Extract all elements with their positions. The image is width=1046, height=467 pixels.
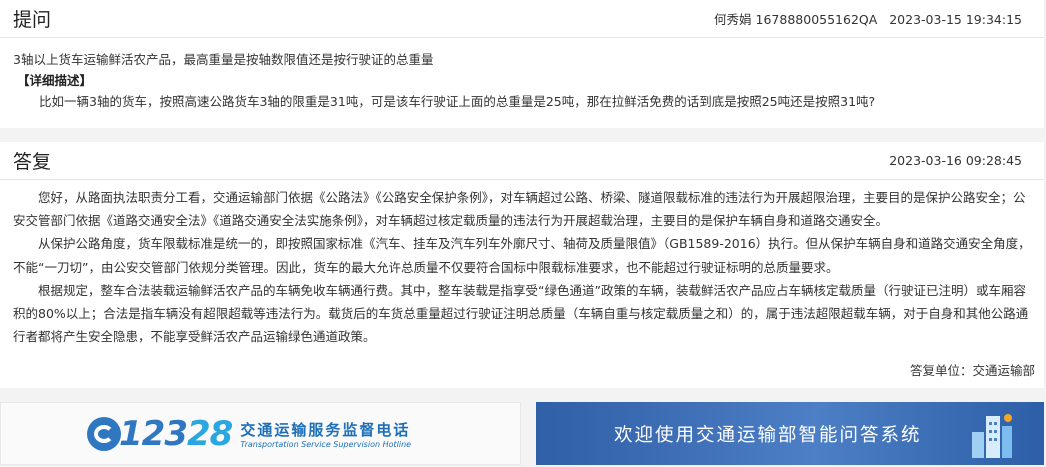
- hotline-number-main: 123: [119, 413, 188, 454]
- answer-body: 您好，从路面执法职责分工看，交通运输部门依据《公路法》《公路安全保护条例》，对车…: [0, 180, 1044, 383]
- welcome-text: 欢迎使用交通运输部智能问答系统: [614, 424, 922, 446]
- question-header: 提问 何秀娟 1678880055162QA 2023-03-15 19:34:…: [0, 0, 1044, 38]
- asker-info: 何秀娟 1678880055162QA: [714, 12, 878, 27]
- answer-paragraph: 根据规定，整车合法装载运输鲜活农产品的车辆免收车辆通行费。其中，整车装载是指享受…: [13, 282, 1029, 345]
- question-panel: 提问 何秀娟 1678880055162QA 2023-03-15 19:34:…: [0, 0, 1044, 128]
- answer-paragraph: 从保护公路角度，货车限载标准是统一的，即按照国家标准《汽车、挂车及汽车列车外廓尺…: [13, 236, 1031, 275]
- hotline-text: 交通运输服务监督电话 Transportation Service Superv…: [240, 419, 411, 449]
- question-title: 提问: [13, 9, 52, 31]
- hotline-banner[interactable]: 12328 交通运输服务监督电话 Transportation Service …: [0, 402, 521, 465]
- answer-time: 2023-03-16 09:28:45: [889, 153, 1022, 168]
- hotline-en: Transportation Service Supervision Hotli…: [240, 439, 412, 449]
- phone-logo-icon: [87, 416, 121, 451]
- answer-panel: 答复 2023-03-16 09:28:45 您好，从路面执法职责分工看，交通运…: [0, 142, 1044, 388]
- hotline-number: 12328: [119, 413, 233, 454]
- hotline-number-accent: 28: [186, 413, 233, 454]
- question-time: 2023-03-15 19:34:15: [889, 12, 1022, 27]
- welcome-banner[interactable]: 欢迎使用交通运输部智能问答系统: [536, 402, 1044, 465]
- building-illustration-icon: [972, 414, 1012, 458]
- question-subject: 3轴以上货车运输鲜活农产品，最高重量是按轴数限值还是按行驶证的总重量: [13, 52, 434, 67]
- question-meta: 何秀娟 1678880055162QA 2023-03-15 19:34:15: [714, 9, 1022, 28]
- answer-unit: 答复单位：交通运输部: [909, 363, 1035, 379]
- detail-label: 【详细描述】: [17, 73, 93, 88]
- hotline-cn: 交通运输服务监督电话: [240, 420, 411, 439]
- detail-text: 比如一辆3轴的货车，按照高速公路货车3轴的限重是31吨，可是该车行驶证上面的总重…: [39, 94, 876, 109]
- answer-title: 答复: [13, 151, 52, 173]
- answer-paragraph: 您好，从路面执法职责分工看，交通运输部门依据《公路法》《公路安全保护条例》，对车…: [13, 190, 1026, 229]
- answer-header: 答复 2023-03-16 09:28:45: [0, 142, 1044, 180]
- question-body: 3轴以上货车运输鲜活农产品，最高重量是按轴数限值还是按行驶证的总重量 【详细描述…: [0, 38, 1044, 112]
